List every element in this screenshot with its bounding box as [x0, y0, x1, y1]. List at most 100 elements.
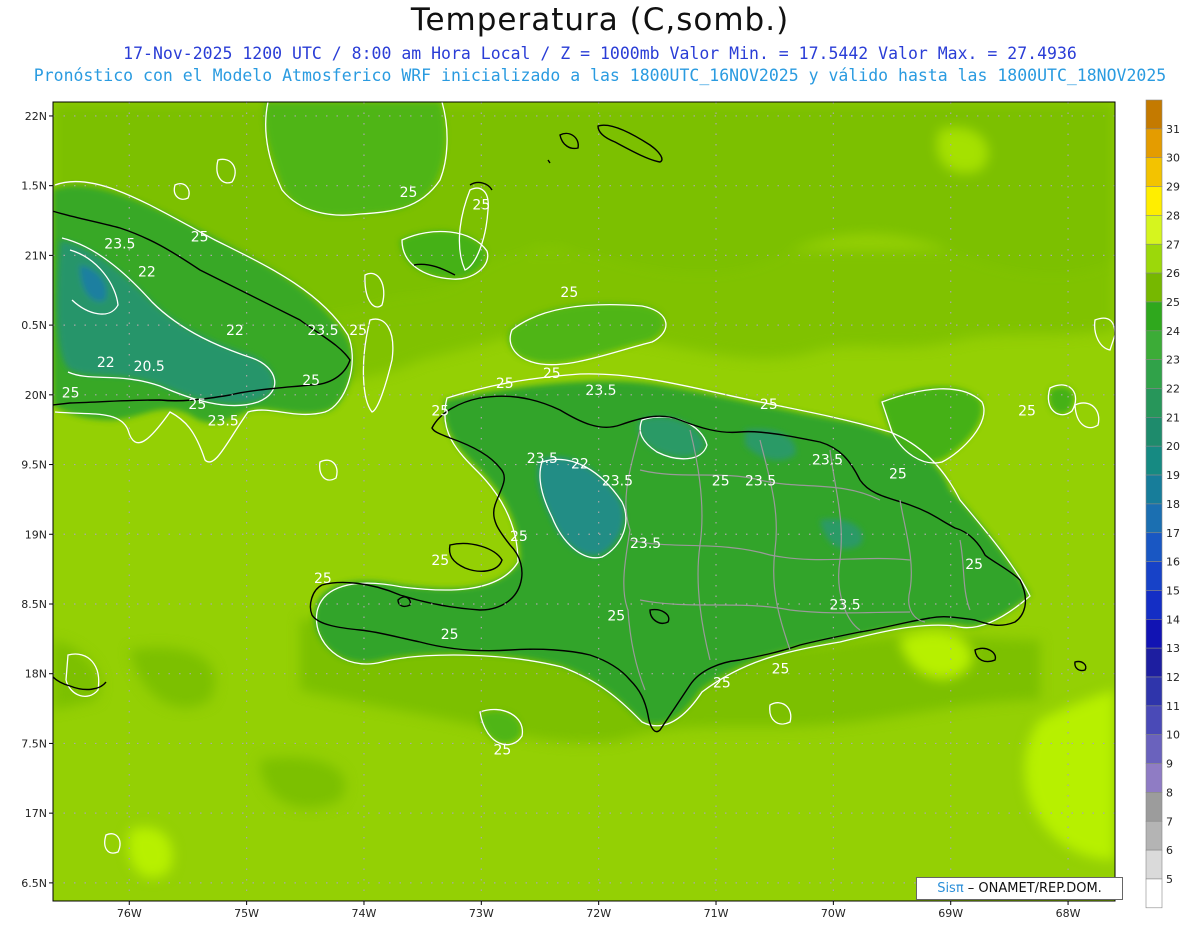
colorbar-swatch: [1145, 792, 1163, 822]
lon-tick-label: 76W: [117, 907, 142, 920]
contour-label: 23.5: [585, 383, 616, 399]
colorbar-swatch: [1145, 561, 1163, 591]
contour-label: 23.5: [745, 473, 776, 489]
colorbar-swatch: [1145, 417, 1163, 447]
colorbar-label: 24: [1166, 325, 1180, 338]
lat-tick-label: 19N: [25, 528, 47, 541]
longitude-labels: 76W 75W 74W 73W 72W 71W 70W 69W 68W: [117, 907, 1081, 920]
contour-label: 25: [494, 743, 512, 759]
lat-tick-label: 18N: [25, 668, 47, 681]
contour-label: 25: [607, 609, 625, 625]
lat-tick-label: 17N: [25, 807, 47, 820]
colorbar-swatch: [1145, 330, 1163, 360]
contour-label: 25: [772, 662, 790, 678]
lon-tick-label: 72W: [586, 907, 611, 920]
contour-label: 25: [431, 404, 449, 420]
colorbar-label: 21: [1166, 411, 1180, 424]
contour-label: 23.5: [830, 598, 861, 614]
lon-tick-label: 75W: [234, 907, 259, 920]
colorbar-label: 25: [1166, 296, 1180, 309]
contour-label: 25: [472, 197, 490, 213]
colorbar-swatch: [1145, 820, 1163, 851]
colorbar-swatch: [1145, 503, 1163, 534]
colorbar-label: 8: [1166, 786, 1173, 799]
lon-tick-label: 68W: [1056, 907, 1081, 920]
colorbar-swatch: [1145, 676, 1163, 707]
colorbar-label: 15: [1166, 584, 1180, 597]
colorbar-label: 11: [1166, 700, 1180, 713]
contour-label: 22: [97, 355, 115, 371]
colorbar-swatch: [1145, 734, 1163, 764]
colorbar-label: 5: [1166, 873, 1173, 886]
colorbar-swatch: [1145, 474, 1163, 505]
colorbar-swatch: [1145, 157, 1163, 187]
colorbar-swatch: [1145, 878, 1163, 909]
contour-label: 25: [543, 366, 561, 382]
colorbar-swatch: [1145, 763, 1163, 793]
colorbar-swatch: [1145, 590, 1163, 620]
colorbar-swatch: [1145, 705, 1163, 735]
contour-label: 25: [191, 229, 209, 245]
contour-label: 25: [712, 473, 730, 489]
contour-label: 23.5: [630, 536, 661, 552]
contour-label: 22: [226, 323, 244, 339]
colorbar-swatch: [1145, 272, 1163, 303]
colorbar-label: 22: [1166, 383, 1180, 396]
lat-tick-label: 1.5N: [21, 180, 47, 193]
colorbar-label: 6: [1166, 844, 1173, 857]
colorbar-label: 17: [1166, 527, 1180, 540]
colorbar-label: 14: [1166, 613, 1180, 626]
latitude-labels: 22N 1.5N 21N 0.5N 20N 9.5N 19N 8.5N 18N 7.5N 17N 6.…: [21, 110, 47, 890]
colorbar-swatch: [1145, 186, 1163, 216]
colorbar-swatch: [1145, 359, 1163, 389]
contour-label: 25: [441, 627, 459, 643]
contour-label: 20.5: [134, 359, 165, 375]
colorbar-swatch: [1145, 445, 1163, 476]
colorbar-label: 27: [1166, 238, 1180, 251]
colorbar-label: 16: [1166, 556, 1180, 569]
contour-label: 25: [965, 557, 983, 573]
colorbar-swatch: [1145, 128, 1163, 159]
contour-label: 25: [400, 185, 418, 201]
lat-tick-label: 20N: [25, 389, 47, 402]
contour-label: 25: [188, 397, 206, 413]
colorbar-swatch: [1145, 618, 1163, 649]
lat-tick-label: 6.5N: [21, 877, 47, 890]
lon-tick-label: 74W: [352, 907, 377, 920]
contour-label: 22: [138, 264, 156, 280]
lat-tick-label: 0.5N: [21, 319, 47, 332]
contour-label: 25: [431, 553, 449, 569]
colorbar-label: 10: [1166, 729, 1180, 742]
lat-tick-label: 7.5N: [21, 737, 47, 750]
lat-tick-label: 8.5N: [21, 598, 47, 611]
colorbar-swatch: [1145, 849, 1163, 880]
contour-label: 25: [496, 376, 514, 392]
colorbar-label: 23: [1166, 354, 1180, 367]
lon-tick-label: 70W: [821, 907, 846, 920]
colorbar-label: 19: [1166, 469, 1180, 482]
contour-label: 25: [760, 397, 778, 413]
contour-label: 25: [510, 529, 528, 545]
contour-label: 25: [889, 466, 907, 482]
contour-label: 23.5: [104, 236, 135, 252]
contour-label: 23.5: [208, 414, 239, 430]
contour-label: 25: [1018, 404, 1036, 420]
contour-label: 23.5: [812, 453, 843, 469]
contour-label: 23.5: [527, 451, 558, 467]
contour-label: 23.5: [307, 323, 338, 339]
contour-label: 25: [62, 386, 80, 402]
colorbar-swatch: [1145, 243, 1163, 274]
colorbar-swatch: [1145, 647, 1163, 678]
colorbar: 31 30 29 28 27 26 25 24 23 22 21 20 19 18 17 16 15 14 13 12…: [1145, 99, 1180, 909]
lon-tick-label: 71W: [704, 907, 729, 920]
lat-tick-label: 21N: [25, 249, 47, 262]
colorbar-swatch: [1145, 301, 1163, 332]
colorbar-swatch: [1145, 532, 1163, 562]
credit-agency: – ONAMET/REP.DOM.: [963, 881, 1102, 896]
colorbar-label: 29: [1166, 181, 1180, 194]
temperature-map: 25252523.52222 23.5 2522 20.525252523.52525…: [21, 99, 1180, 920]
contour-label: 25: [314, 571, 332, 587]
colorbar-label: 12: [1166, 671, 1180, 684]
plot-area: 25252523.52222 23.5 2522 20.525252523.52525…: [53, 102, 1115, 901]
colorbar-label: 13: [1166, 642, 1180, 655]
